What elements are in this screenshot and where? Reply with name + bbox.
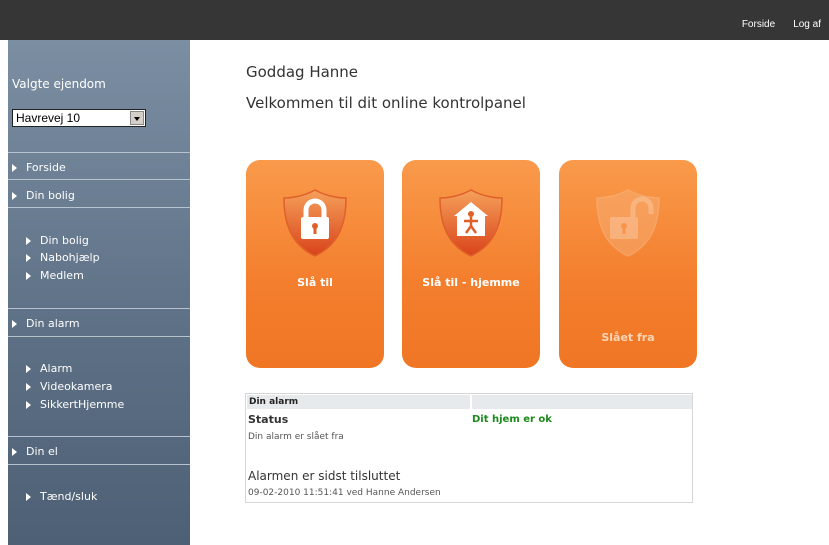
triangle-right-icon	[26, 400, 31, 409]
divider	[8, 436, 190, 437]
sidebar-item-label: Din bolig	[26, 189, 75, 202]
disarmed-button-label: Slået fra	[601, 331, 655, 344]
property-title: Valgte ejendom	[12, 77, 106, 91]
sidebar-item-label: SikkertHjemme	[40, 398, 125, 411]
top-bar: Forside Log af	[0, 0, 829, 40]
alarm-status-panel: Din alarm Status Dit hjem er ok Din alar…	[245, 393, 693, 503]
chevron-down-icon[interactable]	[130, 111, 144, 125]
status-ok-text: Dit hjem er ok	[472, 414, 552, 425]
lock-open-icon	[596, 189, 660, 257]
sidebar-item-din-bolig[interactable]: Din bolig	[12, 189, 75, 202]
triangle-right-icon	[26, 364, 31, 373]
status-header: Din alarm	[247, 395, 470, 409]
sidebar-subitem-din-bolig[interactable]: Din bolig	[26, 234, 89, 247]
lock-closed-icon	[283, 189, 347, 257]
triangle-right-icon	[26, 492, 31, 501]
sidebar-item-din-el[interactable]: Din el	[12, 445, 58, 458]
forside-link[interactable]: Forside	[742, 19, 775, 30]
sidebar-item-forside[interactable]: Forside	[12, 161, 66, 174]
triangle-right-icon	[26, 236, 31, 245]
greeting: Goddag Hanne	[246, 63, 359, 81]
status-header-spacer	[472, 395, 692, 409]
triangle-right-icon	[12, 191, 17, 200]
sidebar-item-label: Din alarm	[26, 317, 80, 330]
divider	[8, 308, 190, 309]
sidebar-item-label: Forside	[26, 161, 66, 174]
last-armed-title: Alarmen er sidst tilsluttet	[248, 469, 401, 483]
divider	[8, 179, 190, 180]
triangle-right-icon	[26, 382, 31, 391]
arm-home-button-label: Slå til - hjemme	[422, 276, 520, 289]
status-label: Status	[248, 413, 289, 426]
property-select[interactable]: Havrevej 10	[12, 109, 146, 127]
top-links: Forside Log af	[742, 19, 821, 30]
sidebar-subitem-sikkerthjemme[interactable]: SikkertHjemme	[26, 398, 124, 411]
page-title: Velkommen til dit online kontrolpanel	[246, 94, 526, 112]
sidebar: Valgte ejendom Havrevej 10 Forside Din b…	[8, 40, 190, 545]
property-select-value: Havrevej 10	[16, 111, 81, 125]
sidebar-item-label: Alarm	[40, 362, 73, 375]
arm-button[interactable]: Slå til	[246, 160, 384, 368]
divider	[8, 336, 190, 337]
status-description: Din alarm er slået fra	[248, 432, 344, 442]
sidebar-subitem-videokamera[interactable]: Videokamera	[26, 380, 112, 393]
divider	[8, 152, 190, 153]
sidebar-item-label: Medlem	[40, 269, 84, 282]
triangle-right-icon	[12, 163, 17, 172]
sidebar-subitem-taend-sluk[interactable]: Tænd/sluk	[26, 490, 97, 503]
sidebar-item-din-alarm[interactable]: Din alarm	[12, 317, 80, 330]
disarmed-button[interactable]: Slået fra	[559, 160, 697, 368]
home-person-icon	[439, 189, 503, 257]
sidebar-subitem-nabohjaelp[interactable]: Nabohjælp	[26, 251, 100, 264]
sidebar-item-label: Din bolig	[40, 234, 89, 247]
triangle-right-icon	[26, 253, 31, 262]
last-armed-time: 09-02-2010 11:51:41 ved Hanne Andersen	[248, 488, 441, 498]
sidebar-subitem-medlem[interactable]: Medlem	[26, 269, 84, 282]
divider	[8, 207, 190, 208]
divider	[8, 464, 190, 465]
triangle-right-icon	[12, 447, 17, 456]
triangle-right-icon	[26, 271, 31, 280]
arm-button-label: Slå til	[297, 276, 333, 289]
sidebar-item-label: Nabohjælp	[40, 251, 100, 264]
sidebar-item-label: Tænd/sluk	[40, 490, 98, 503]
arm-home-button[interactable]: Slå til - hjemme	[402, 160, 540, 368]
logout-link[interactable]: Log af	[793, 19, 821, 30]
sidebar-item-label: Videokamera	[40, 380, 113, 393]
sidebar-item-label: Din el	[26, 445, 58, 458]
sidebar-subitem-alarm[interactable]: Alarm	[26, 362, 72, 375]
triangle-right-icon	[12, 319, 17, 328]
